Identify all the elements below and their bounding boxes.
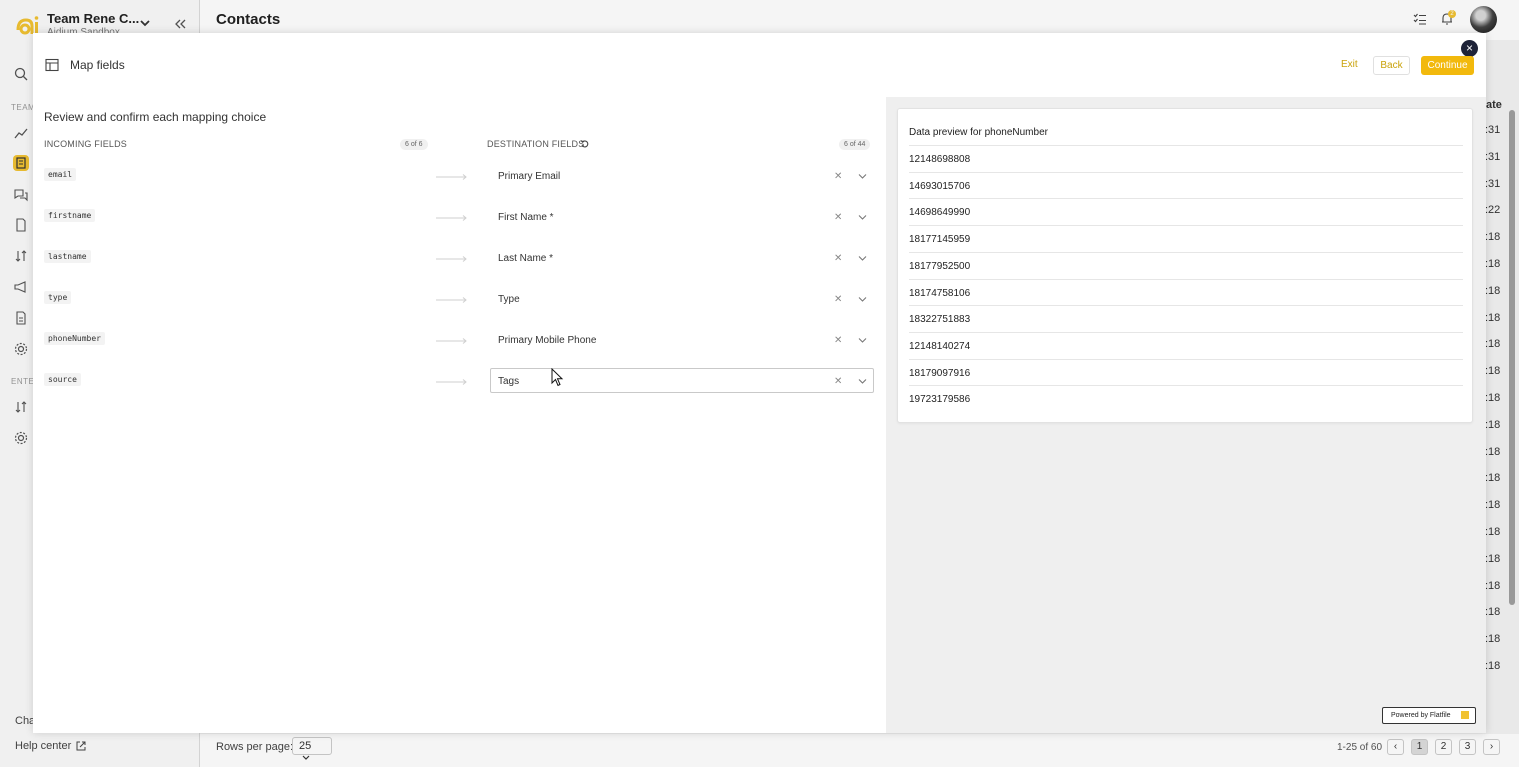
chevron-down-icon[interactable]	[858, 214, 867, 221]
preview-value: 19723179586	[909, 394, 971, 406]
mapping-row: email Primary Email ✕	[44, 163, 874, 188]
destination-field: Type	[498, 294, 520, 305]
destination-field: Primary Email	[498, 171, 561, 182]
destination-select[interactable]: Primary Mobile Phone ✕	[490, 327, 874, 352]
destination-select[interactable]: Type ✕	[490, 286, 874, 311]
mapping-row: phoneNumber Primary Mobile Phone ✕	[44, 327, 874, 352]
preview-value: 12148698808	[909, 154, 971, 165]
incoming-field: phoneNumber	[44, 332, 105, 345]
mapping-row: lastname Last Name * ✕	[44, 245, 874, 270]
incoming-field: firstname	[44, 209, 96, 222]
destination-select[interactable]: Primary Email ✕	[490, 163, 874, 188]
clear-icon[interactable]: ✕	[834, 376, 842, 387]
data-preview-card: Data preview for phoneNumber 12148698808…	[897, 108, 1473, 423]
preview-row: 12148140274	[909, 331, 1463, 359]
chevron-down-icon[interactable]	[858, 337, 867, 344]
destination-field: Primary Mobile Phone	[498, 335, 597, 346]
clear-icon[interactable]: ✕	[834, 212, 842, 223]
powered-by-label: Powered by Flatfile	[1391, 712, 1451, 719]
table-icon	[45, 58, 59, 72]
clear-icon[interactable]: ✕	[834, 171, 842, 182]
incoming-field: source	[44, 373, 81, 386]
preview-row: 18177145959	[909, 225, 1463, 252]
arrow-right-icon	[436, 174, 467, 180]
data-preview-title: Data preview for phoneNumber	[909, 127, 1048, 138]
preview-row: 12148698808	[909, 145, 1463, 172]
powered-by-badge[interactable]: Powered by Flatfile	[1382, 707, 1476, 724]
incoming-fields-header: INCOMING FIELDS	[44, 139, 128, 149]
incoming-count: 6 of 6	[400, 139, 428, 150]
arrow-right-icon	[436, 297, 467, 303]
back-button[interactable]: Back	[1373, 56, 1410, 75]
chevron-down-icon[interactable]	[858, 296, 867, 303]
preview-row: 18322751883	[909, 305, 1463, 332]
mapping-row: type Type ✕	[44, 286, 874, 311]
flatfile-logo	[1461, 711, 1469, 719]
close-modal-button[interactable]: ×	[1461, 40, 1478, 57]
clear-icon[interactable]: ✕	[834, 294, 842, 305]
preview-value: 18322751883	[909, 314, 971, 326]
destination-field: Last Name *	[498, 253, 554, 264]
clear-icon[interactable]: ✕	[834, 335, 842, 346]
preview-row: 14698649990	[909, 198, 1463, 225]
arrow-right-icon	[436, 338, 467, 344]
preview-row: 18179097916	[909, 358, 1463, 386]
preview-value: 18177145959	[909, 234, 971, 246]
mapping-row: firstname First Name * ✕	[44, 204, 874, 229]
preview-value: 14693015706	[909, 180, 971, 192]
chevron-down-icon[interactable]	[858, 173, 867, 180]
destination-count: 6 of 44	[839, 139, 871, 150]
preview-row: 19723179586	[909, 385, 1463, 412]
arrow-right-icon	[436, 256, 467, 262]
reset-icon[interactable]	[580, 139, 590, 149]
destination-select[interactable]: Tags ✕	[490, 368, 874, 393]
preview-row: 14693015706	[909, 171, 1463, 199]
preview-row: 18174758106	[909, 278, 1463, 306]
destination-field: Tags	[498, 376, 520, 387]
mapping-heading: Review and confirm each mapping choice	[44, 110, 267, 124]
destination-select[interactable]: Last Name * ✕	[490, 245, 874, 270]
continue-button[interactable]: Continue	[1421, 56, 1474, 75]
preview-value: 18174758106	[909, 287, 971, 299]
incoming-field: type	[44, 291, 72, 304]
incoming-field: lastname	[44, 250, 91, 263]
destination-fields-header: DESTINATION FIELDS	[487, 139, 585, 149]
chevron-down-icon[interactable]	[858, 378, 867, 385]
chevron-down-icon[interactable]	[858, 255, 867, 262]
destination-field: First Name *	[498, 212, 554, 223]
arrow-right-icon	[436, 215, 467, 221]
preview-value: 14698649990	[909, 207, 971, 219]
destination-select[interactable]: First Name * ✕	[490, 204, 874, 229]
preview-value: 12148140274	[909, 340, 971, 352]
map-fields-modal: × Map fields Exit Back Continue Review a…	[33, 33, 1486, 733]
arrow-right-icon	[436, 379, 467, 385]
modal-title: Map fields	[70, 58, 125, 72]
mouse-cursor	[551, 368, 564, 387]
preview-row: 18177952500	[909, 251, 1463, 279]
preview-value: 18177952500	[909, 260, 971, 272]
mapping-row: source Tags ✕	[44, 368, 874, 393]
clear-icon[interactable]: ✕	[834, 253, 842, 264]
incoming-field: email	[44, 168, 77, 181]
preview-value: 18179097916	[909, 367, 971, 379]
exit-button[interactable]: Exit	[1335, 57, 1364, 75]
